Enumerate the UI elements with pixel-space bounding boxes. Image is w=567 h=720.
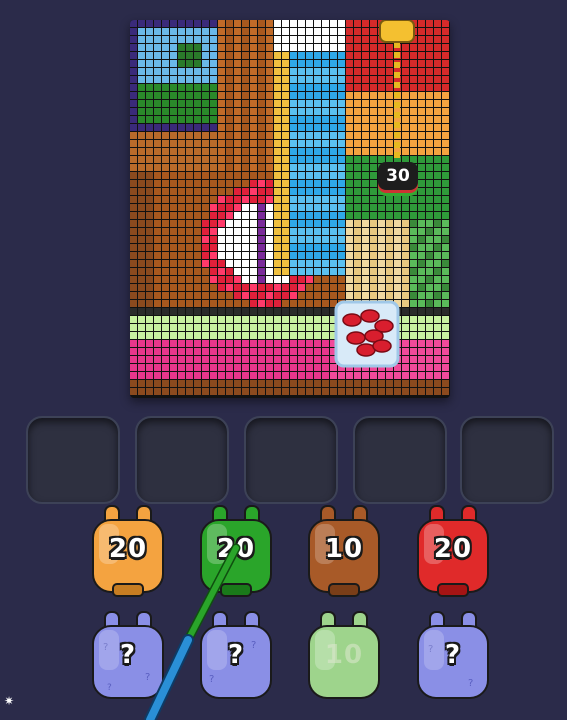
paint-pointer: [144, 543, 241, 720]
sparkle-icon: ✷: [4, 694, 15, 708]
